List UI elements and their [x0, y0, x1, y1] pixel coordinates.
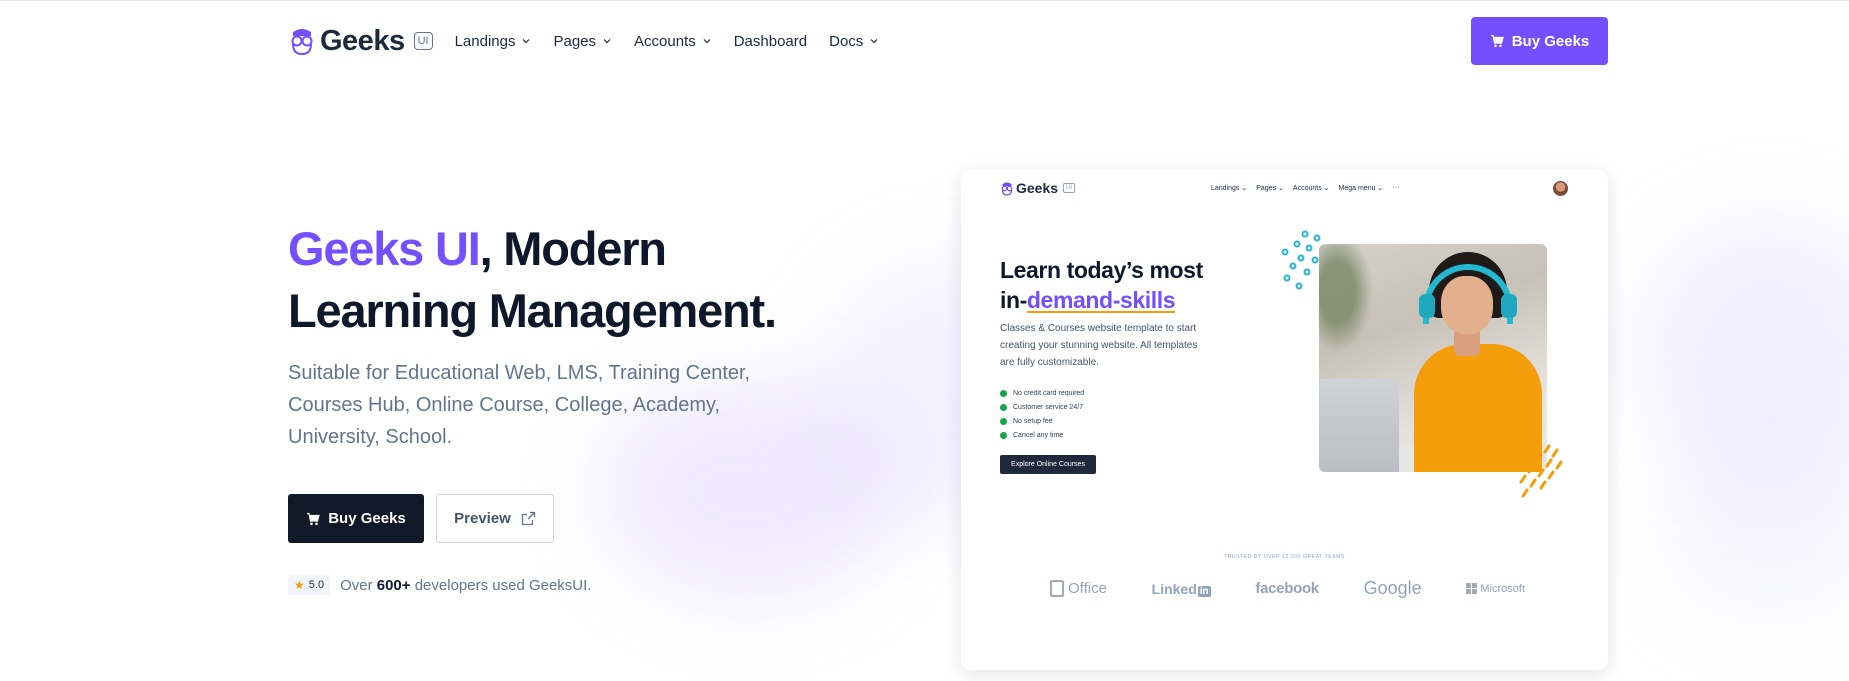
check-icon	[1000, 403, 1007, 411]
brand-name: Geeks	[320, 24, 405, 57]
rating-text-before: Over	[340, 576, 377, 594]
nav-item-accounts[interactable]: Accounts	[634, 33, 712, 50]
preview-button[interactable]: Preview	[436, 494, 554, 543]
rating-row: ★ 5.0 Over 600+ developers used GeeksUI.	[288, 575, 591, 595]
decorative-dashes-orange	[1519, 444, 1563, 498]
google-logo: Google	[1363, 578, 1422, 598]
preview-title-accent: demand-skills	[1026, 287, 1176, 313]
main-menu: Landings Pages Accounts Dashboard Docs	[455, 33, 880, 50]
nav-item-label: Accounts	[634, 32, 696, 50]
preview-menu-item: Landings ⌄	[1211, 185, 1248, 192]
preview-feature-list: No credit card required Customer service…	[1000, 386, 1084, 442]
check-icon	[1000, 431, 1007, 439]
nav-item-dashboard[interactable]: Dashboard	[734, 33, 807, 50]
cart-icon	[1490, 34, 1504, 48]
preview-title: Learn today’s most in-demand-skills	[1000, 255, 1260, 315]
preview-description: Classes & Courses website template to st…	[1000, 323, 1198, 368]
partner-logos: Office Linked in facebook Google Microsof…	[1050, 578, 1525, 599]
microsoft-logo: Microsoft	[1466, 583, 1525, 595]
nav-buy-button[interactable]: Buy Geeks	[1471, 17, 1608, 65]
chevron-down-icon	[870, 39, 878, 44]
preview-title-line1: Learn today’s most	[1000, 257, 1203, 283]
rating-text: Over 600+ developers used GeeksUI.	[340, 577, 591, 594]
linkedin-logo-box: in	[1197, 585, 1211, 597]
nav-item-landings[interactable]: Landings	[455, 33, 532, 50]
rating-badge: ★ 5.0	[288, 575, 331, 595]
nav-item-pages[interactable]: Pages	[553, 33, 612, 50]
preview-brand-name: Geeks	[1016, 180, 1059, 196]
nav-item-label: Dashboard	[733, 32, 808, 50]
feature-label: Customer service 24/7	[1013, 403, 1084, 411]
rating-text-after: developers used GeeksUI.	[410, 576, 592, 594]
list-item: No credit card required	[1000, 386, 1084, 400]
list-item: Customer service 24/7	[1000, 400, 1084, 414]
cart-icon	[307, 512, 321, 525]
chevron-down-icon	[523, 39, 530, 44]
preview-navbar: Geeks UI Landings ⌄ Pages ⌄ Accounts ⌄ M…	[1000, 175, 1568, 201]
preview-menu: Landings ⌄ Pages ⌄ Accounts ⌄ Mega menu …	[1211, 184, 1399, 192]
feature-label: No credit card required	[1013, 389, 1085, 397]
trusted-by-text: TRUSTED BY OVER 12,500 GREAT TEAMS	[1224, 554, 1345, 560]
headphone-ear-right	[1501, 294, 1517, 318]
list-item: No setup fee	[1000, 414, 1084, 428]
nav-item-label: Docs	[829, 32, 864, 50]
preview-more-icon: ···	[1392, 184, 1400, 191]
student-photo	[1319, 244, 1547, 472]
list-item: Cancel any time	[1000, 428, 1084, 442]
preview-menu-item: Mega menu ⌄	[1338, 185, 1384, 192]
rating-score: 5.0	[308, 579, 325, 591]
preview-cta-button: Explore Online Courses	[1000, 455, 1096, 474]
microsoft-icon	[1466, 583, 1478, 594]
photo-laptop	[1319, 379, 1399, 472]
check-icon	[1000, 417, 1007, 425]
geek-face-icon	[1001, 182, 1013, 196]
chevron-down-icon	[703, 39, 711, 44]
office-icon	[1050, 580, 1064, 597]
check-icon	[1000, 389, 1007, 397]
headphone-ear-left	[1419, 294, 1435, 318]
rating-count: 600+	[376, 576, 411, 594]
hero-title-accent: Geeks UI	[288, 222, 481, 275]
office-logo: Office	[1050, 580, 1107, 597]
geek-face-icon	[291, 29, 313, 56]
hero-buy-label: Buy Geeks	[328, 510, 406, 527]
brand-logo[interactable]: Geeks UI	[288, 25, 433, 58]
top-divider	[0, 0, 1849, 1]
external-link-icon	[521, 511, 536, 526]
nav-item-docs[interactable]: Docs	[829, 33, 879, 50]
preview-title-prefix: in-	[1000, 287, 1027, 313]
star-icon: ★	[294, 578, 305, 592]
hero-subtitle: Suitable for Educational Web, LMS, Train…	[288, 362, 751, 448]
preview-menu-label: Pages	[1256, 185, 1277, 192]
microsoft-logo-text: Microsoft	[1480, 582, 1525, 595]
brand-badge: UI	[413, 32, 433, 50]
preview-menu-label: Accounts	[1292, 185, 1322, 192]
linkedin-logo-text: Linked	[1151, 580, 1197, 597]
nav-item-label: Pages	[553, 32, 597, 50]
office-logo-text: Office	[1068, 580, 1107, 597]
chevron-down-icon	[603, 39, 611, 44]
preview-menu-label: Mega menu	[1338, 185, 1376, 192]
background-glow	[1640, 220, 1849, 480]
nav-buy-label: Buy Geeks	[1511, 32, 1590, 50]
preview-menu-item: Pages ⌄	[1256, 185, 1284, 192]
nav-item-label: Landings	[454, 32, 516, 50]
feature-label: Cancel any time	[1013, 431, 1064, 439]
hero-buy-button[interactable]: Buy Geeks	[288, 494, 424, 543]
photo-plant	[1319, 244, 1379, 364]
preview-brand-logo: Geeks UI	[1000, 180, 1076, 196]
preview-avatar	[1553, 181, 1568, 196]
preview-brand-badge: UI	[1063, 183, 1076, 193]
template-preview-card: Geeks UI Landings ⌄ Pages ⌄ Accounts ⌄ M…	[961, 170, 1608, 670]
facebook-logo: facebook	[1255, 580, 1319, 597]
preview-label: Preview	[454, 510, 511, 527]
linkedin-logo: Linked in	[1152, 581, 1211, 597]
hero-title: Geeks UI, Modern Learning Management.	[288, 218, 848, 342]
navbar: Geeks UI Landings Pages Accounts Dashboa…	[288, 17, 1608, 65]
preview-menu-item: Accounts ⌄	[1292, 185, 1330, 192]
feature-label: No setup fee	[1013, 417, 1053, 425]
background-glow	[1660, 420, 1849, 620]
preview-menu-label: Landings	[1211, 185, 1240, 192]
